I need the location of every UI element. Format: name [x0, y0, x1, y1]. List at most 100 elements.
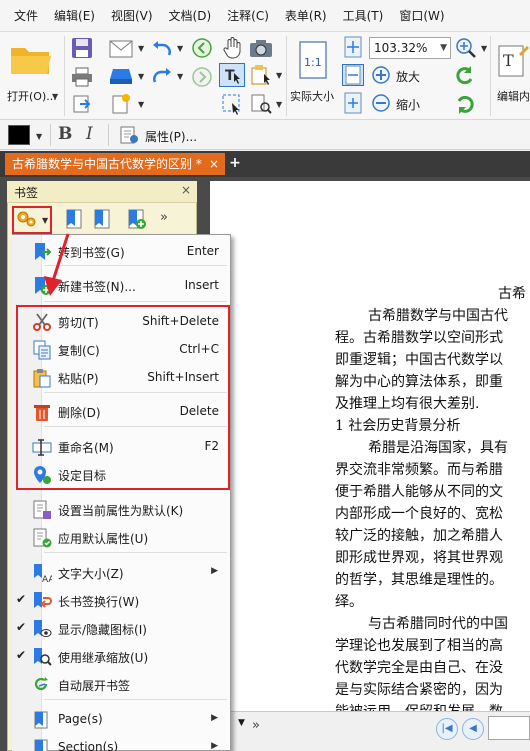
submenu-arrow-icon: ▶ [211, 713, 218, 723]
document-tab-title: 古希腊数学与中国古代数学的区别 * [12, 157, 202, 171]
edit-content-icon[interactable]: T [496, 38, 530, 82]
menu-document[interactable]: 文档(D) [161, 0, 220, 32]
menu-view[interactable]: 视图(V) [103, 0, 161, 32]
menu-form[interactable]: 表单(R) [277, 0, 335, 32]
color-dropdown-icon[interactable]: ▼ [36, 132, 42, 141]
italic-button[interactable]: I [86, 124, 93, 144]
loupe-dropdown-icon[interactable]: ▼ [276, 100, 282, 109]
marquee-icon[interactable] [220, 92, 244, 116]
document-text-line: 界交流非常频繁。而与希腊 [335, 462, 503, 478]
open-dropdown-icon[interactable]: ▼ [52, 92, 58, 101]
snapshot-icon[interactable] [248, 36, 274, 60]
hand-tool-icon[interactable] [221, 36, 245, 60]
loupe-icon[interactable] [248, 92, 274, 116]
zoom-out-label[interactable]: 缩小 [396, 96, 420, 113]
zoom-in-icon[interactable] [370, 64, 392, 86]
document-text-line: 是与实际结合紧密的，因为 [335, 682, 503, 698]
collapse-bookmark-icon[interactable] [90, 208, 114, 230]
color-swatch[interactable] [8, 125, 30, 145]
fit-page-icon[interactable] [342, 36, 364, 58]
zoom-dropdown-icon[interactable]: ▼ [440, 38, 447, 58]
save-icon[interactable] [70, 36, 94, 60]
email-icon[interactable] [108, 38, 134, 60]
context-menu-item[interactable]: Page(s) ▶ [12, 706, 231, 734]
forward-icon[interactable] [190, 65, 214, 89]
tab-close-icon[interactable]: × [209, 153, 219, 175]
document-text-line: 程。古希腊数学以空间形式 [335, 330, 503, 346]
bookmark-toolbar-more-icon[interactable]: » [160, 210, 168, 225]
magnifier-dropdown-icon[interactable]: ▼ [481, 44, 487, 53]
zoom-in-label[interactable]: 放大 [396, 68, 420, 85]
rotate-left-icon[interactable] [453, 64, 477, 88]
bookmark-panel-close-icon[interactable]: × [181, 183, 191, 197]
context-menu-item-label: Page(s) [58, 712, 103, 726]
select-annotation-icon[interactable] [248, 64, 274, 86]
select-text-icon[interactable]: T [220, 64, 244, 86]
context-menu-item[interactable]: 设置当前属性为默认(K) [12, 496, 231, 524]
zoom-level-value: 103.32% [374, 41, 428, 55]
submenu-arrow-icon: ▶ [211, 741, 218, 751]
first-page-icon[interactable]: |◀ [436, 718, 458, 740]
context-menu-item[interactable]: ✔ 显示/隐藏图标(I) [12, 615, 231, 643]
menu-file[interactable]: 文件 [0, 0, 46, 32]
fit-width-icon[interactable] [342, 64, 364, 86]
scan-icon[interactable] [108, 65, 134, 87]
wrap-bookmark-icon [32, 591, 52, 611]
inherit-zoom-icon [32, 647, 52, 667]
nav-bar-more-icon[interactable]: » [252, 718, 260, 733]
menu-edit[interactable]: 编辑(E) [46, 0, 103, 32]
svg-text:T: T [503, 51, 514, 70]
document-text-line: 内部形成一个良好的、宽松 [335, 506, 503, 522]
format-separator [108, 124, 109, 146]
export-icon[interactable] [70, 93, 94, 115]
zoom-level-select[interactable]: 103.32% ▼ [369, 37, 451, 59]
actual-size-icon[interactable]: 1:1 [296, 38, 330, 82]
apply-default-properties-icon [32, 528, 52, 548]
fit-visible-icon[interactable] [342, 92, 364, 114]
context-menu-item[interactable]: 自动展开书签 [12, 671, 231, 699]
context-menu-item-shortcut: Enter [186, 244, 219, 258]
edit-content-label[interactable]: 编辑内 [497, 88, 530, 104]
annotation-red-arrow [44, 233, 70, 296]
open-folder-icon[interactable] [8, 40, 54, 80]
select-dropdown-icon[interactable]: ▼ [276, 71, 282, 80]
context-menu-item[interactable]: 应用默认属性(U) [12, 524, 231, 552]
edit-actions-red-highlight [16, 305, 230, 490]
email-dropdown-icon[interactable]: ▼ [138, 44, 144, 53]
menu-window[interactable]: 窗口(W) [391, 0, 452, 32]
add-bookmark-icon[interactable] [124, 208, 148, 230]
magnifier-icon[interactable] [453, 36, 479, 60]
print-icon[interactable] [70, 65, 94, 89]
open-button-label[interactable]: 打开(O)... [7, 88, 57, 104]
context-menu-item[interactable]: Section(s) ▶ [12, 734, 231, 751]
zoom-out-icon[interactable] [370, 92, 392, 114]
context-menu-item[interactable]: ✔ 使用继承缩放(U) [12, 643, 231, 671]
document-text-line: 绎。 [335, 594, 363, 610]
document-text-line: 古希腊数学与中国古代 [368, 308, 508, 324]
context-menu-item[interactable]: AA 文字大小(Z) ▶ [12, 559, 231, 587]
nav-bar-dropdown-icon[interactable]: ▼ [238, 718, 245, 728]
document-text-line: 即形成世界观，将其世界观 [335, 550, 503, 566]
undo-dropdown-icon[interactable]: ▼ [177, 44, 183, 53]
menu-tools[interactable]: 工具(T) [335, 0, 392, 32]
actual-size-label[interactable]: 实际大小 [290, 88, 334, 104]
redo-dropdown-icon[interactable]: ▼ [177, 72, 183, 81]
redo-icon[interactable] [150, 65, 174, 87]
properties-button[interactable]: 属性(P)... [145, 128, 197, 145]
new-tab-button[interactable]: + [228, 156, 242, 170]
back-icon[interactable] [190, 36, 214, 60]
new-dropdown-icon[interactable]: ▼ [138, 100, 144, 109]
properties-icon[interactable] [118, 124, 140, 146]
rotate-right-icon[interactable] [453, 92, 477, 116]
svg-text:1:1: 1:1 [304, 56, 322, 69]
document-tab[interactable]: 古希腊数学与中国古代数学的区别 * × [5, 153, 225, 175]
scan-dropdown-icon[interactable]: ▼ [138, 72, 144, 81]
page-number-input[interactable] [488, 716, 530, 740]
expand-bookmark-icon[interactable] [62, 208, 86, 230]
menu-comment[interactable]: 注释(C) [219, 0, 277, 32]
undo-icon[interactable] [150, 38, 174, 60]
new-document-icon[interactable] [108, 92, 134, 116]
context-menu-item[interactable]: ✔ 长书签换行(W) [12, 587, 231, 615]
previous-page-icon[interactable]: ◀ [462, 718, 484, 740]
bold-button[interactable]: B [58, 124, 72, 144]
